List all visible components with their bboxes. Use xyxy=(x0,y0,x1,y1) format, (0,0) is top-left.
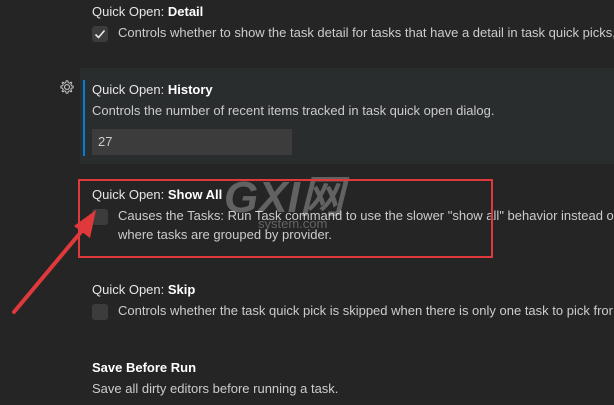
highlight-box-annotation xyxy=(78,179,493,258)
focus-indicator-bar xyxy=(83,80,85,156)
setting-category: Quick Open: xyxy=(92,4,168,19)
setting-title-skip: Quick Open: Skip xyxy=(92,282,195,297)
setting-description-skip: Controls whether the task quick pick is … xyxy=(118,303,613,318)
setting-title-detail: Quick Open: Detail xyxy=(92,4,203,19)
skip-checkbox[interactable] xyxy=(92,304,108,320)
setting-title-save-before-run: Save Before Run xyxy=(92,360,196,375)
setting-description-detail: Controls whether to show the task detail… xyxy=(118,25,614,40)
detail-checkbox[interactable] xyxy=(92,26,108,42)
setting-category: Quick Open: xyxy=(92,82,168,97)
setting-name: Skip xyxy=(167,282,196,297)
setting-name: History xyxy=(167,82,213,97)
checkmark-icon xyxy=(94,29,106,39)
gear-icon[interactable] xyxy=(60,80,74,94)
setting-category: Quick Open: xyxy=(92,282,168,297)
setting-name: Save Before Run xyxy=(92,360,197,375)
setting-title-history: Quick Open: History xyxy=(92,82,213,97)
settings-editor: Quick Open: Detail Controls whether to s… xyxy=(0,0,614,405)
setting-description-save-before-run: Save all dirty editors before running a … xyxy=(92,381,339,396)
history-number-input[interactable]: 27 xyxy=(92,129,292,155)
setting-name: Detail xyxy=(167,4,204,19)
setting-description-history: Controls the number of recent items trac… xyxy=(92,103,495,118)
